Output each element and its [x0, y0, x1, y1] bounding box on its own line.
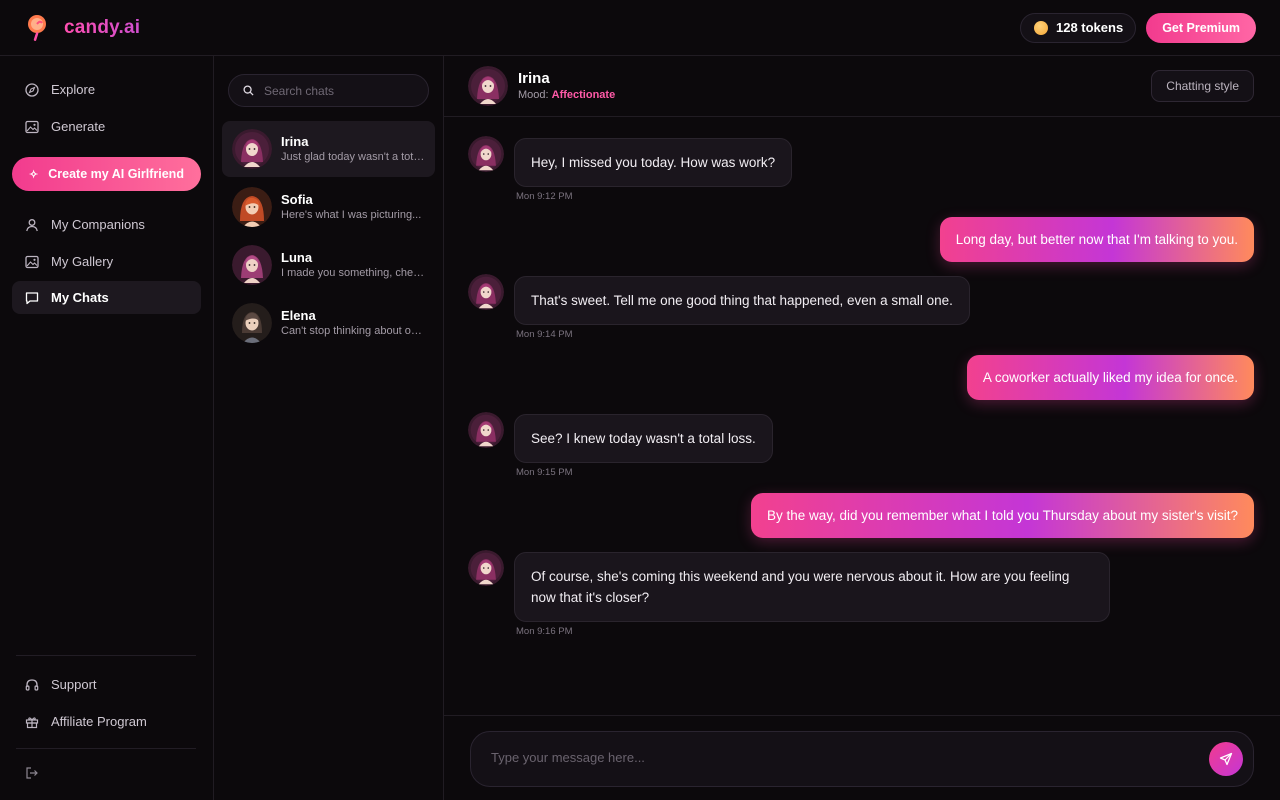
create-button-label: Create my AI Girlfriend [48, 167, 184, 181]
chat-name: Sofia [281, 192, 313, 207]
message-time: Mon 9:14 PM [516, 329, 573, 340]
chat-bubble-icon [25, 291, 39, 304]
avatar [232, 129, 272, 169]
candy-logo-icon [26, 13, 50, 43]
gift-icon [25, 716, 39, 728]
sparkle-icon: ✧ [29, 168, 39, 181]
avatar [232, 303, 272, 343]
conversation-panel: Irina Mood: Affectionate Chatting style … [444, 56, 1280, 800]
message-time: Mon 9:15 PM [516, 467, 573, 478]
image-icon [25, 120, 39, 133]
avatar [468, 136, 504, 172]
incoming-message: Hey, I missed you today. How was work? [514, 138, 793, 187]
incoming-message: That's sweet. Tell me one good thing tha… [514, 276, 970, 325]
chat-item-sofia[interactable]: Sofia Here's what I was picturing... [222, 179, 435, 235]
message-input-wrapper [470, 731, 1254, 787]
nav-divider [16, 655, 196, 656]
chat-preview: I made you something, check it out [281, 267, 426, 279]
chat-item-elena[interactable]: Elena Can't stop thinking about our talk [222, 295, 435, 351]
brand-name: candy.ai [64, 16, 141, 38]
outgoing-message: Long day, but better now that I'm talkin… [939, 217, 1254, 262]
nav-my-companions[interactable]: My Companions [12, 208, 201, 241]
token-count: 128 tokens [1055, 20, 1124, 35]
search-placeholder: Search chats [264, 83, 335, 98]
get-premium-button[interactable]: Get Premium [1146, 12, 1256, 43]
incoming-message: Of course, she's coming this weekend and… [514, 552, 1110, 622]
user-icon [26, 218, 38, 231]
nav-my-gallery-label: My Gallery [51, 254, 114, 269]
avatar [232, 187, 272, 227]
nav-explore[interactable]: Explore [12, 73, 201, 106]
incoming-message: See? I knew today wasn't a total loss. [514, 414, 773, 463]
create-ai-girlfriend-button[interactable]: ✧ Create my AI Girlfriend [12, 157, 201, 191]
message-time: Mon 9:16 PM [516, 626, 573, 637]
message-input[interactable] [491, 750, 1191, 765]
avatar [468, 550, 504, 586]
send-icon [1219, 752, 1233, 766]
message-composer [444, 715, 1280, 800]
send-button[interactable] [1209, 742, 1243, 776]
avatar [468, 412, 504, 448]
chat-name: Luna [281, 250, 313, 265]
mood-label: Mood: [518, 89, 549, 101]
nav-generate[interactable]: Generate [12, 110, 201, 143]
avatar [468, 274, 504, 310]
mood-line: Mood: Affectionate [518, 88, 615, 102]
avatar [232, 245, 272, 285]
nav-my-chats[interactable]: My Chats [12, 281, 201, 314]
chat-preview: Can't stop thinking about our talk [281, 325, 426, 337]
nav-support-label: Support [51, 677, 97, 692]
nav-divider-bottom [16, 748, 196, 749]
chat-name: Irina [281, 134, 309, 149]
companion-name: Irina [518, 70, 550, 87]
nav-support[interactable]: Support [12, 668, 201, 701]
brand-logo[interactable]: candy.ai [26, 13, 140, 43]
nav-affiliate-label: Affiliate Program [51, 714, 147, 729]
conversation-header: Irina Mood: Affectionate Chatting style [444, 56, 1280, 117]
chatting-style-button[interactable]: Chatting style [1151, 70, 1254, 102]
nav-my-chats-label: My Chats [51, 290, 109, 305]
nav-explore-label: Explore [51, 82, 96, 97]
coin-icon [1033, 20, 1048, 35]
chat-preview: Here's what I was picturing... [281, 209, 422, 221]
nav-my-gallery[interactable]: My Gallery [12, 245, 201, 278]
compass-icon [25, 82, 39, 97]
nav-affiliate-program[interactable]: Affiliate Program [12, 705, 201, 738]
chat-item-irina[interactable]: Irina Just glad today wasn't a total los… [222, 121, 435, 177]
avatar[interactable] [468, 66, 508, 106]
nav-generate-label: Generate [51, 119, 106, 134]
nav-my-companions-label: My Companions [51, 217, 145, 232]
outgoing-message: By the way, did you remember what I told… [750, 493, 1254, 538]
headset-icon [25, 678, 39, 691]
logout-button[interactable] [12, 756, 52, 789]
message-time: Mon 9:12 PM [516, 191, 573, 202]
gallery-icon [25, 255, 39, 268]
mood-value: Affectionate [551, 89, 616, 101]
search-chats-field[interactable]: Search chats [228, 74, 429, 107]
left-nav: Explore Generate ✧ Create my AI Girlfrie… [0, 56, 214, 800]
chat-list-panel: Search chats Irina Just glad today wasn'… [214, 56, 444, 800]
chat-name: Elena [281, 308, 316, 323]
logout-icon [26, 766, 38, 779]
search-icon [243, 85, 254, 96]
outgoing-message: A coworker actually liked my idea for on… [966, 355, 1254, 400]
top-bar: candy.ai 128 tokens Get Premium [0, 0, 1280, 56]
chat-preview: Just glad today wasn't a total loss. [281, 151, 426, 163]
chat-item-luna[interactable]: Luna I made you something, check it out [222, 237, 435, 293]
token-balance[interactable]: 128 tokens [1019, 12, 1137, 43]
